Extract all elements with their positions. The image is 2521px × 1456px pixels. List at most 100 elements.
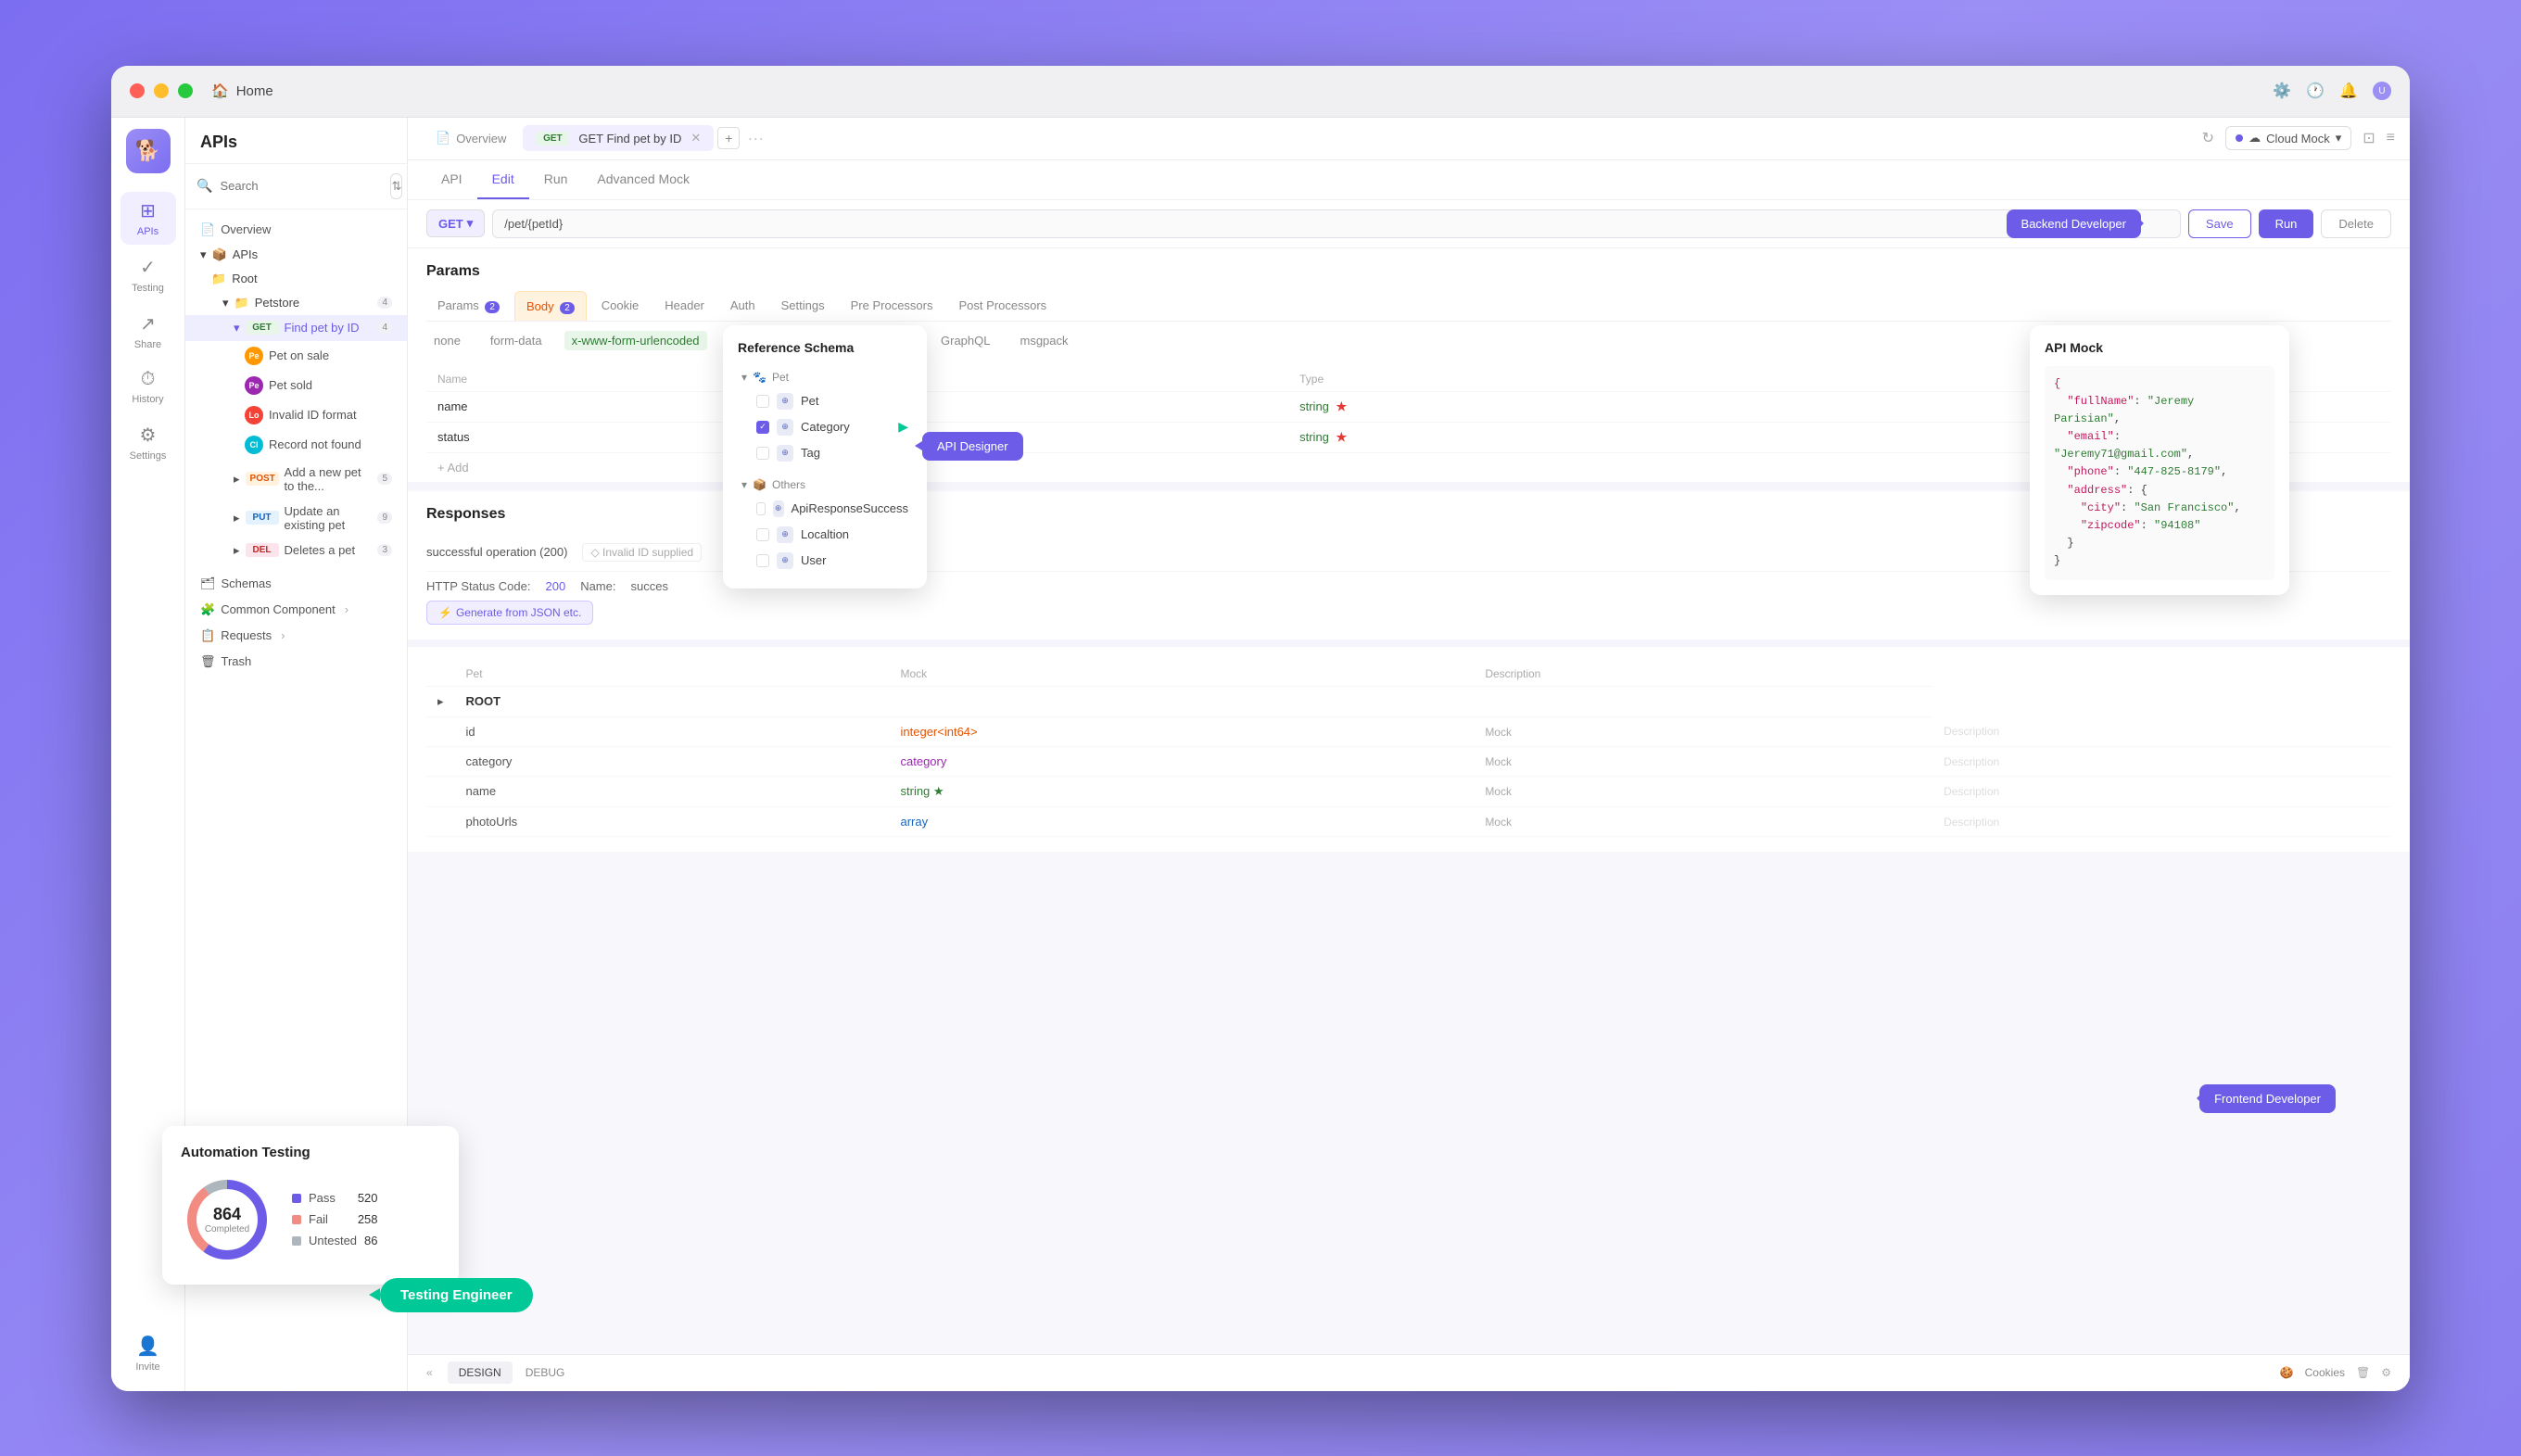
- api-url-input[interactable]: [492, 209, 2181, 238]
- run-button[interactable]: Run: [2259, 209, 2314, 238]
- schema-name-mock[interactable]: Mock: [1474, 776, 1932, 806]
- ref-item-tag[interactable]: ⊕ Tag: [753, 440, 912, 466]
- nav-sub-pet-sold[interactable]: Pe Pet sold: [185, 371, 407, 400]
- params-tab-params[interactable]: Params 2: [426, 291, 511, 320]
- automation-popup: Automation Testing 864 Completed: [162, 1126, 459, 1285]
- trash-bottom-icon[interactable]: 🗑: [2356, 1366, 2370, 1379]
- tab-run[interactable]: Run: [529, 160, 583, 199]
- sidebar-item-settings[interactable]: ⚙ Settings: [120, 416, 176, 469]
- maximize-button[interactable]: [178, 83, 193, 98]
- params-tab-auth[interactable]: Auth: [719, 291, 766, 320]
- user-avatar[interactable]: U: [2373, 82, 2391, 100]
- bell-icon[interactable]: 🔔: [2339, 82, 2358, 100]
- nav-endpoint-post-add-pet[interactable]: ▸ POST Add a new pet to the... 5: [185, 460, 407, 499]
- debug-tab[interactable]: DEBUG: [514, 1361, 576, 1384]
- ref-user-checkbox[interactable]: [756, 554, 769, 567]
- ref-group-pet[interactable]: ▾ 🐾 Pet: [738, 366, 912, 388]
- nav-requests[interactable]: 📋 Requests ›: [185, 623, 407, 649]
- ref-api-response-checkbox[interactable]: [756, 502, 766, 515]
- params-tab-settings[interactable]: Settings: [770, 291, 836, 320]
- save-button[interactable]: Save: [2188, 209, 2251, 238]
- refresh-icon[interactable]: ↻: [2202, 129, 2214, 147]
- sidebar-item-share[interactable]: ↗ Share: [120, 305, 176, 358]
- nav-trash[interactable]: 🗑 Trash: [185, 649, 407, 675]
- params-tab-post-processors[interactable]: Post Processors: [948, 291, 1058, 320]
- pet-sold-label: Pet sold: [269, 378, 312, 392]
- body-type-x-www[interactable]: x-www-form-urlencoded: [564, 331, 707, 350]
- nav-sub-record-not-found[interactable]: CI Record not found: [185, 430, 407, 460]
- close-button[interactable]: [130, 83, 145, 98]
- settings-icon[interactable]: ⚙️: [2273, 82, 2291, 100]
- body-type-graphql[interactable]: GraphQL: [933, 331, 997, 350]
- ref-group-others[interactable]: ▾ 📦 Others: [738, 474, 912, 496]
- ref-item-api-response[interactable]: ⊕ ApiResponseSuccess: [753, 496, 912, 522]
- nav-endpoint-get-find-pet[interactable]: ▾ GET Find pet by ID 4: [185, 315, 407, 341]
- tab-edit[interactable]: Edit: [477, 160, 529, 199]
- sidebar-item-apis[interactable]: ⊞ APIs: [120, 192, 176, 245]
- schema-id-mock[interactable]: Mock: [1474, 716, 1932, 746]
- design-tab[interactable]: DESIGN: [448, 1361, 513, 1384]
- body-type-msgpack[interactable]: msgpack: [1012, 331, 1075, 350]
- body-type-none[interactable]: none: [426, 331, 468, 350]
- post-count-badge: 5: [377, 473, 392, 485]
- ref-item-user[interactable]: ⊕ User: [753, 548, 912, 574]
- tab-close-icon[interactable]: ✕: [690, 131, 701, 146]
- sidebar-item-history[interactable]: ⏱ History: [120, 361, 176, 412]
- cloud-mock-button[interactable]: ☁ Cloud Mock ▾: [2225, 126, 2351, 150]
- nav-common-component[interactable]: 🧩 Common Component ›: [185, 597, 407, 623]
- schema-name-type: string ★: [890, 776, 1475, 806]
- nav-root-folder[interactable]: 📁 Root: [185, 267, 407, 291]
- settings-bottom-icon[interactable]: ⚙: [2381, 1366, 2391, 1379]
- sidebar-item-testing[interactable]: ✓ Testing: [120, 248, 176, 301]
- tab-api[interactable]: API: [426, 160, 477, 199]
- delete-button[interactable]: Delete: [2321, 209, 2391, 238]
- minimize-button[interactable]: [154, 83, 169, 98]
- sidebar-item-invite[interactable]: 👤 Invite: [120, 1327, 176, 1380]
- cookies-label[interactable]: Cookies: [2305, 1366, 2345, 1379]
- api-method-selector[interactable]: GET ▾: [426, 209, 485, 237]
- tab-overview[interactable]: 📄 Overview: [423, 125, 519, 151]
- nav-endpoint-del-pet[interactable]: ▸ DEL Deletes a pet 3: [185, 538, 407, 563]
- post-arrow: ▸: [234, 472, 240, 487]
- schema-photo-name: photoUrls: [455, 806, 890, 836]
- donut-chart: 864 Completed: [181, 1173, 273, 1266]
- nav-apis-folder[interactable]: ▾ 📦 APIs: [185, 243, 407, 267]
- chevron-left-icon[interactable]: «: [426, 1366, 433, 1379]
- ref-localtion-checkbox[interactable]: [756, 528, 769, 541]
- nav-endpoint-put-update-pet[interactable]: ▸ PUT Update an existing pet 9: [185, 499, 407, 538]
- tab-more-icon[interactable]: ···: [747, 129, 764, 148]
- params-tab-body[interactable]: Body 2: [514, 291, 587, 321]
- tab-advanced-mock[interactable]: Advanced Mock: [582, 160, 704, 199]
- tab-add-button[interactable]: +: [717, 127, 740, 149]
- apis-folder-label: 📦: [212, 247, 227, 262]
- nav-filter-button[interactable]: ⇅: [390, 173, 402, 199]
- tab-get-pet[interactable]: GET GET Find pet by ID ✕: [523, 125, 714, 151]
- ref-item-category[interactable]: ✓ ⊕ Category ▶: [753, 414, 912, 440]
- ref-pet-items: ⊕ Pet ✓ ⊕ Category ▶ ⊕ Tag: [738, 388, 912, 466]
- nav-search-input[interactable]: [220, 179, 383, 193]
- body-type-form-data[interactable]: form-data: [483, 331, 550, 350]
- nav-sub-pet-on-sale[interactable]: Pe Pet on sale: [185, 341, 407, 371]
- ref-item-localtion[interactable]: ⊕ Localtion: [753, 522, 912, 548]
- ref-category-checkbox[interactable]: ✓: [756, 421, 769, 434]
- nav-sub-invalid-id[interactable]: Lo Invalid ID format: [185, 400, 407, 430]
- schema-cat-mock[interactable]: Mock: [1474, 746, 1932, 776]
- nav-schemas[interactable]: 🗂 Schemas: [185, 571, 407, 597]
- untested-label: Untested: [309, 1234, 357, 1247]
- layout-icon[interactable]: ⊡: [2363, 129, 2375, 147]
- del-arrow: ▸: [234, 543, 240, 558]
- ref-item-pet[interactable]: ⊕ Pet: [753, 388, 912, 414]
- api-designer-tooltip: API Designer: [922, 432, 1023, 461]
- params-tab-header[interactable]: Header: [653, 291, 716, 320]
- clock-icon[interactable]: 🕐: [2306, 82, 2325, 100]
- generate-json-button[interactable]: ⚡ Generate from JSON etc.: [426, 601, 593, 625]
- params-tab-pre-processors[interactable]: Pre Processors: [840, 291, 944, 320]
- more-options-icon[interactable]: ≡: [2387, 130, 2395, 146]
- params-tab-cookie[interactable]: Cookie: [590, 291, 650, 320]
- api-mock-title: API Mock: [2045, 340, 2274, 355]
- ref-tag-checkbox[interactable]: [756, 447, 769, 460]
- ref-pet-checkbox[interactable]: [756, 395, 769, 408]
- schema-photo-mock[interactable]: Mock: [1474, 806, 1932, 836]
- nav-petstore-folder[interactable]: ▾ 📁 Petstore 4: [185, 291, 407, 315]
- nav-overview[interactable]: 📄 Overview: [185, 217, 407, 243]
